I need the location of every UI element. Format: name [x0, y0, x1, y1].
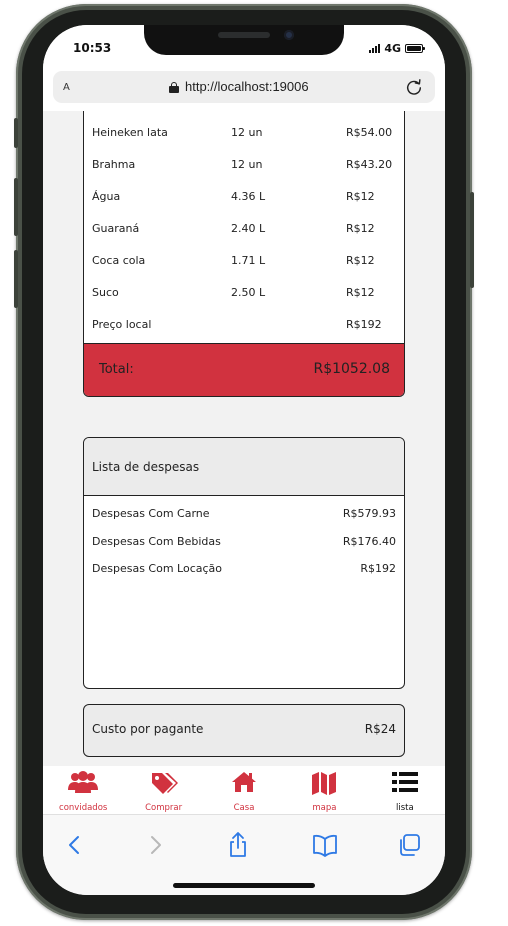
share-icon[interactable]: [224, 831, 252, 859]
network-type: 4G: [384, 41, 401, 55]
item-quantity: 1.71 L: [231, 254, 266, 267]
address-bar-area: A http://localhost:19006: [43, 69, 445, 111]
item-name: Água: [92, 190, 121, 203]
list-item: Brahma 12 un R$43.20: [84, 150, 404, 182]
total-bar: Total: R$1052.08: [84, 343, 404, 396]
front-camera: [284, 30, 294, 40]
page-content[interactable]: Heineken lata 12 un R$54.00 Brahma 12 un…: [43, 111, 445, 766]
nav-item-comprar[interactable]: Comprar: [123, 766, 203, 814]
item-price: R$43.20: [346, 158, 393, 171]
browser-toolbar: [43, 814, 445, 895]
list-item: Despesas Com Carne R$579.93: [84, 501, 404, 527]
expenses-title: Lista de despesas: [92, 460, 200, 474]
tabs-icon[interactable]: [395, 831, 423, 859]
cost-per-payer-value: R$24: [364, 722, 396, 736]
item-name: Heineken lata: [92, 126, 168, 139]
tags-icon: [151, 773, 178, 794]
back-icon[interactable]: [61, 831, 89, 859]
silent-switch: [14, 118, 18, 148]
nav-item-casa[interactable]: Casa: [204, 766, 284, 814]
item-name: Brahma: [92, 158, 136, 171]
expense-value: R$579.93: [342, 507, 396, 520]
text-size-button[interactable]: A: [63, 83, 70, 93]
bookmarks-icon[interactable]: [311, 831, 339, 859]
nav-label: convidados: [59, 803, 108, 813]
item-price: R$54.00: [346, 126, 393, 139]
battery-icon: [405, 43, 425, 53]
power-button: [470, 192, 474, 288]
map-icon: [312, 772, 337, 795]
list-item: Despesas Com Locação R$192: [84, 556, 404, 582]
nav-label: lista: [395, 803, 414, 813]
list-item: Heineken lata 12 un R$54.00: [84, 118, 404, 150]
earpiece-speaker: [218, 32, 270, 38]
home-indicator: [173, 883, 315, 888]
app-bottom-nav: convidados Comprar Casa mapa lista: [43, 766, 445, 814]
item-quantity: 2.40 L: [231, 222, 266, 235]
nav-label: mapa: [312, 803, 337, 813]
home-icon: [232, 772, 257, 792]
reload-icon[interactable]: [405, 78, 423, 96]
lock-icon: [169, 82, 179, 93]
phone-screen: 10:53 4G A http://localhost:19006 Heinek…: [43, 25, 445, 895]
item-name: Coca cola: [92, 254, 146, 267]
cost-per-payer-card: Custo por pagante R$24: [83, 704, 405, 757]
expense-name: Despesas Com Carne: [92, 507, 210, 520]
total-label: Total:: [99, 362, 134, 377]
list-item: Água 4.36 L R$12: [84, 182, 404, 214]
volume-down-button: [14, 250, 18, 308]
expenses-card: Lista de despesas Despesas Com Carne R$5…: [83, 437, 405, 689]
text-size-label: A: [63, 82, 70, 93]
expense-value: R$176.40: [342, 535, 396, 548]
nav-item-mapa[interactable]: mapa: [284, 766, 364, 814]
purchase-list-card: Heineken lata 12 un R$54.00 Brahma 12 un…: [83, 111, 405, 397]
expense-name: Despesas Com Locação: [92, 562, 223, 575]
url-text[interactable]: http://localhost:19006: [185, 79, 309, 94]
signal-icon: [369, 43, 381, 53]
nav-label: Comprar: [145, 803, 183, 813]
list-item: Preço local R$192: [84, 310, 404, 342]
notch: [144, 25, 344, 55]
list-icon: [391, 772, 418, 792]
nav-label: Casa: [233, 803, 255, 813]
item-quantity: 12 un: [231, 126, 263, 139]
item-name: Guaraná: [92, 222, 140, 235]
forward-icon[interactable]: [141, 831, 169, 859]
item-price: R$12: [346, 254, 375, 267]
expenses-header: Lista de despesas: [84, 438, 404, 496]
item-price: R$12: [346, 286, 375, 299]
item-name: Preço local: [92, 318, 152, 331]
item-quantity: 12 un: [231, 158, 263, 171]
nav-item-convidados[interactable]: convidados: [43, 766, 123, 814]
address-bar[interactable]: A http://localhost:19006: [53, 71, 435, 103]
list-item: Guaraná 2.40 L R$12: [84, 214, 404, 246]
list-item: Despesas Com Bebidas R$176.40: [84, 529, 404, 555]
status-time: 10:53: [73, 41, 112, 55]
expense-name: Despesas Com Bebidas: [92, 535, 221, 548]
item-name: Suco: [92, 286, 119, 299]
item-quantity: 4.36 L: [231, 190, 266, 203]
list-item: Suco 2.50 L R$12: [84, 278, 404, 310]
item-quantity: 2.50 L: [231, 286, 266, 299]
expense-value: R$192: [360, 562, 396, 575]
nav-item-lista[interactable]: lista: [365, 766, 445, 814]
list-item: Coca cola 1.71 L R$12: [84, 246, 404, 278]
item-price: R$12: [346, 190, 375, 203]
cost-per-payer-label: Custo por pagante: [92, 722, 204, 736]
item-price: R$12: [346, 222, 375, 235]
item-price: R$192: [346, 318, 382, 331]
volume-up-button: [14, 178, 18, 236]
total-value: R$1052.08: [313, 361, 390, 377]
status-indicators: 4G: [369, 41, 425, 55]
users-icon: [68, 771, 99, 793]
